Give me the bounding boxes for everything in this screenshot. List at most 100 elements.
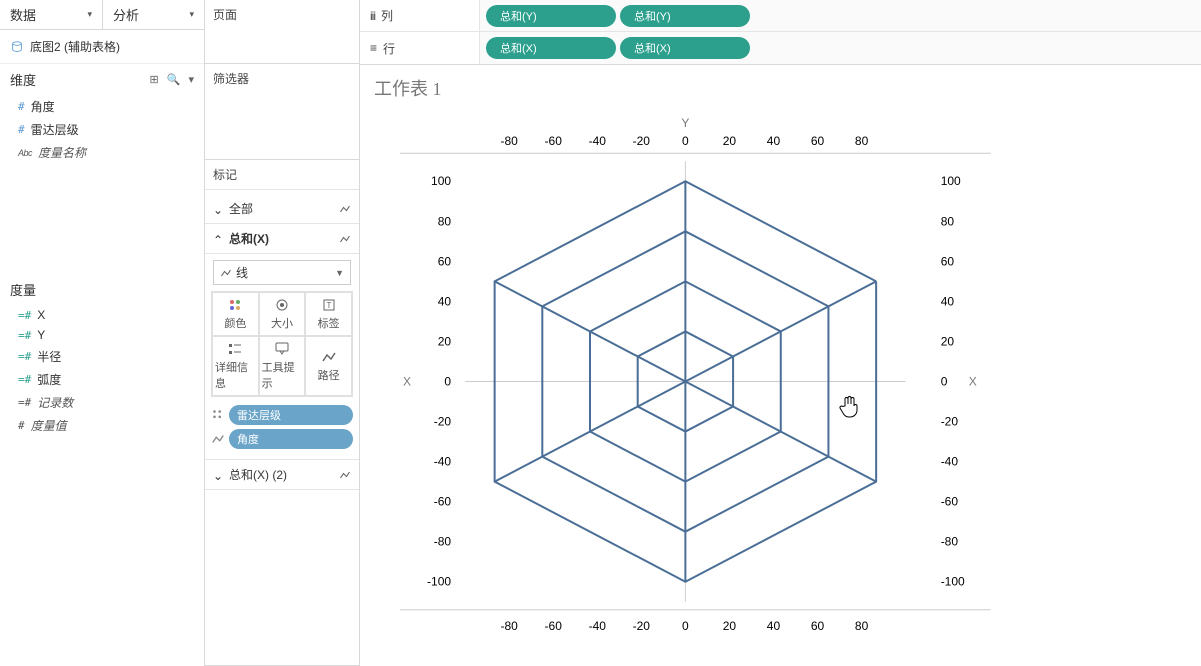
marks-all-row[interactable]: ⌄ 全部	[205, 194, 359, 224]
sheet-title[interactable]: 工作表 1	[360, 65, 1201, 107]
line-type-icon	[339, 233, 351, 245]
number-type-icon: #	[18, 100, 25, 113]
calc-number-icon: =#	[18, 396, 31, 409]
mark-pill-path[interactable]: 角度	[211, 429, 353, 449]
marks-all-label: 全部	[225, 200, 339, 217]
datasource-selector[interactable]: 底图2 (辅助表格)	[0, 30, 204, 64]
marks-sumx2-label: 总和(X) (2)	[225, 466, 339, 483]
field-y[interactable]: =#Y	[0, 325, 204, 345]
columns-shelf[interactable]: iii列 总和(Y) 总和(Y)	[360, 0, 1201, 32]
field-angle[interactable]: # 角度	[0, 95, 204, 118]
field-label: X	[37, 308, 45, 322]
pill-label: 总和(X)	[500, 43, 537, 55]
dropdown-caret-icon: ▾	[189, 9, 194, 20]
svg-text:40: 40	[767, 619, 781, 633]
svg-text:-60: -60	[434, 495, 452, 509]
field-label: 角度	[31, 98, 55, 115]
svg-text:60: 60	[941, 254, 955, 268]
marks-path-button[interactable]: 路径	[305, 336, 352, 396]
filters-label: 筛选器	[213, 70, 351, 87]
marks-color-button[interactable]: 颜色	[212, 292, 259, 336]
marks-sumx-label: 总和(X)	[225, 230, 339, 247]
view-toggle-icon[interactable]: ⊞	[150, 73, 159, 86]
data-pane: 数据 ▾ 分析 ▾ 底图2 (辅助表格) 维度 ⊞ 🔍 ▾ #角度 #雷达层级 …	[0, 0, 205, 666]
datasource-name: 底图2 (辅助表格)	[30, 38, 120, 55]
svg-text:20: 20	[723, 134, 737, 148]
svg-text:40: 40	[438, 294, 452, 308]
row-pill[interactable]: 总和(X)	[620, 37, 750, 59]
marks-detail-button[interactable]: 详细信息	[212, 336, 259, 396]
svg-text:T: T	[326, 301, 331, 310]
svg-text:80: 80	[855, 619, 869, 633]
tab-analytics[interactable]: 分析 ▾	[102, 0, 204, 30]
calc-number-icon: =#	[18, 309, 31, 322]
field-x[interactable]: =# X	[0, 305, 204, 325]
worksheet-area: iii列 总和(Y) 总和(Y) ≡行 总和(X) 总和(X) 工作表 1 -8…	[360, 0, 1201, 666]
column-pill[interactable]: 总和(Y)	[620, 5, 750, 27]
path-icon	[321, 349, 337, 365]
calc-number-icon: =#	[18, 329, 31, 342]
calc-number-icon: =#	[18, 373, 31, 386]
svg-text:-40: -40	[434, 455, 452, 469]
cell-label: 颜色	[224, 315, 246, 331]
chevron-down-icon: ⌄	[213, 203, 225, 215]
pill-label: 总和(Y)	[500, 11, 537, 23]
svg-text:100: 100	[431, 174, 451, 188]
line-type-icon	[339, 469, 351, 481]
cards-pane: 页面 筛选器 标记 ⌄ 全部 ⌃ 总和(X) 线 ▼	[205, 0, 360, 666]
path-icon	[211, 432, 225, 446]
columns-icon: iii	[370, 9, 375, 23]
field-radar-level[interactable]: #雷达层级	[0, 118, 204, 141]
menu-caret-icon[interactable]: ▾	[188, 73, 194, 86]
svg-text:-40: -40	[941, 455, 959, 469]
cell-label: 工具提示	[262, 359, 303, 391]
size-icon	[274, 297, 290, 313]
field-measure-values[interactable]: #度量值	[0, 414, 204, 437]
chevron-down-icon: ⌄	[213, 469, 225, 481]
marks-size-button[interactable]: 大小	[259, 292, 306, 336]
mark-type-dropdown[interactable]: 线 ▼	[213, 260, 351, 285]
field-record-count[interactable]: =# 记录数	[0, 391, 204, 414]
marks-label: 标记	[205, 160, 359, 190]
field-label: 弧度	[37, 371, 61, 388]
pages-shelf[interactable]: 页面	[205, 0, 359, 64]
svg-text:-80: -80	[941, 535, 959, 549]
cell-label: 标签	[318, 315, 340, 331]
field-measure-names[interactable]: Abc度量名称	[0, 141, 204, 164]
filters-shelf[interactable]: 筛选器	[205, 64, 359, 160]
svg-text:X: X	[969, 375, 977, 389]
svg-text:60: 60	[438, 254, 452, 268]
field-radian[interactable]: =# 弧度	[0, 368, 204, 391]
pages-label: 页面	[213, 6, 351, 23]
dropdown-caret-icon: ▼	[335, 268, 344, 278]
calc-number-icon: =#	[18, 350, 31, 363]
svg-text:20: 20	[723, 619, 737, 633]
marks-sumx-row[interactable]: ⌃ 总和(X)	[205, 224, 359, 254]
svg-text:60: 60	[811, 619, 825, 633]
field-radius[interactable]: =# 半径	[0, 345, 204, 368]
row-pill[interactable]: 总和(X)	[486, 37, 616, 59]
tab-data[interactable]: 数据 ▾	[0, 0, 102, 30]
svg-text:0: 0	[682, 619, 689, 633]
field-label: 半径	[37, 348, 61, 365]
cell-label: 路径	[318, 367, 340, 383]
svg-text:80: 80	[941, 214, 955, 228]
dropdown-caret-icon: ▾	[87, 9, 92, 20]
svg-text:-60: -60	[545, 134, 563, 148]
svg-text:-80: -80	[434, 535, 452, 549]
field-label: 度量值	[31, 417, 67, 434]
marks-sumx2-row[interactable]: ⌄ 总和(X) (2)	[205, 459, 359, 490]
search-icon[interactable]: 🔍	[167, 73, 181, 86]
marks-tooltip-button[interactable]: 工具提示	[259, 336, 306, 396]
mark-pill-detail[interactable]: 雷达层级	[211, 405, 353, 425]
field-label: 度量名称	[38, 144, 86, 161]
svg-text:0: 0	[682, 134, 689, 148]
number-type-icon: #	[18, 123, 25, 136]
column-pill[interactable]: 总和(Y)	[486, 5, 616, 27]
field-label: 记录数	[37, 394, 73, 411]
marks-label-button[interactable]: T 标签	[305, 292, 352, 336]
chart-canvas[interactable]: -80-80-60-60-40-40-20-200020204040606080…	[360, 107, 1201, 666]
rows-shelf[interactable]: ≡行 总和(X) 总和(X)	[360, 32, 1201, 64]
svg-text:-20: -20	[434, 415, 452, 429]
svg-text:-80: -80	[500, 619, 518, 633]
